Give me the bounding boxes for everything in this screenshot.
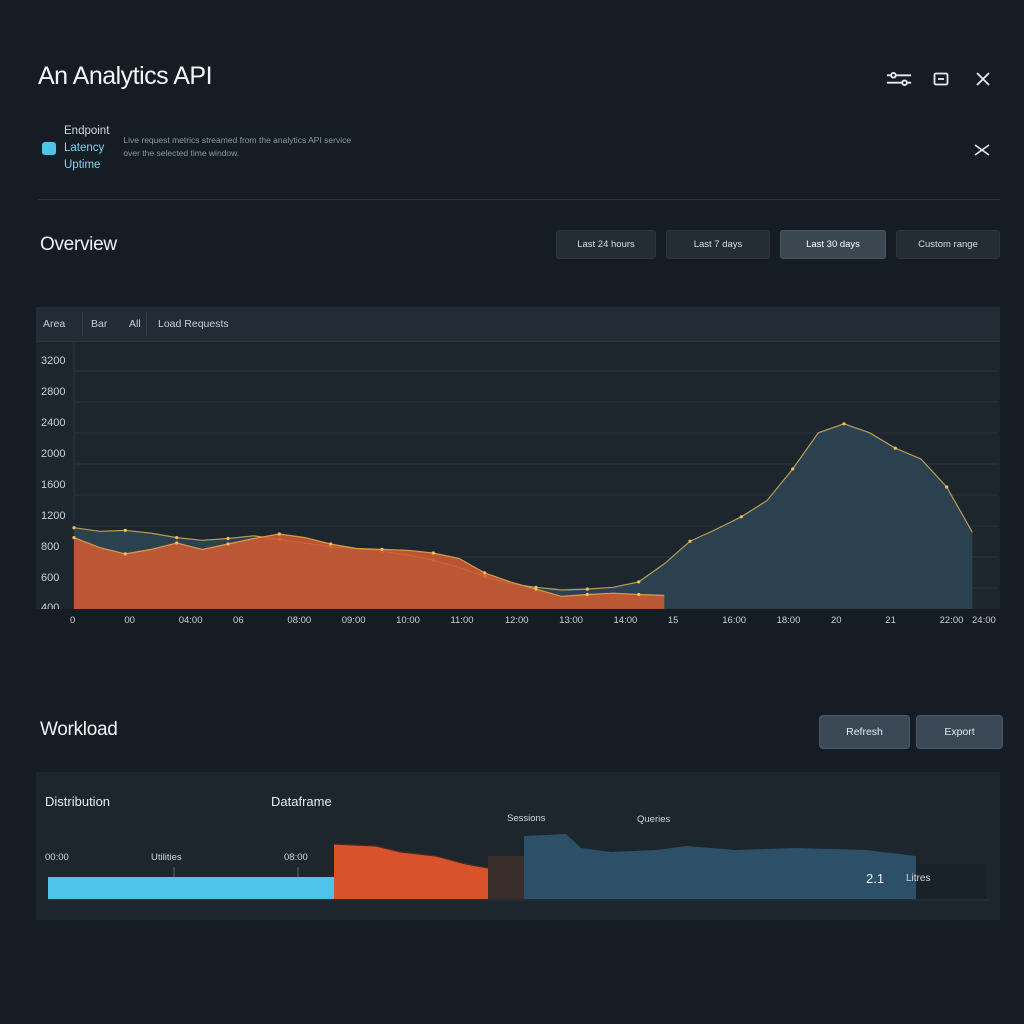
segment-transition (488, 856, 524, 899)
dataframe-heading: Dataframe (271, 794, 332, 809)
y-tick-label: 3200 (41, 355, 65, 367)
export-button[interactable]: Export (916, 715, 1003, 749)
data-point (123, 552, 127, 556)
x-tick-label: 12:00 (504, 615, 529, 626)
data-point (277, 532, 281, 536)
y-tick-label: 600 (41, 572, 59, 584)
divider (38, 199, 1000, 200)
x-tick-label: 11:00 (450, 615, 474, 626)
peak-label-sessions: Sessions (507, 813, 546, 824)
x-tick-label: 22:00 (939, 615, 964, 626)
toolbar-all[interactable]: All (129, 318, 141, 330)
data-point (585, 592, 589, 597)
workload-panel: Distribution Dataframe Sessions Queries … (36, 772, 1000, 920)
info-label-uptime: Uptime (64, 159, 101, 171)
y-tick-label: 400 (41, 602, 59, 609)
info-labels: Endpoint Latency Uptime (64, 124, 109, 173)
value-readout: 2.1 (866, 871, 885, 886)
toolbar-area[interactable]: Area (43, 318, 65, 330)
x-tick-label: 08:00 (287, 615, 312, 626)
x-tick-label: 24:00 (972, 615, 996, 626)
data-point (534, 587, 538, 591)
y-tick-label: 1600 (41, 479, 65, 491)
data-point (842, 422, 846, 426)
overview-title: Overview (40, 234, 117, 255)
data-point (431, 551, 435, 555)
info-label-endpoint: Endpoint (64, 125, 110, 137)
distribution-heading: Distribution (45, 794, 111, 809)
x-tick-label: 18:00 (776, 615, 801, 626)
data-point (585, 587, 589, 591)
info-description: Live request metrics streamed from the a… (123, 135, 352, 158)
segment-idle (48, 877, 334, 899)
x-tick-label: 0 (70, 615, 76, 626)
value-unit: Litres (906, 873, 931, 884)
data-point (123, 528, 127, 532)
app-title: An Analytics API (38, 62, 213, 90)
info-label-latency: Latency (64, 142, 105, 154)
x-tick-label: 20 (830, 615, 842, 626)
y-tick-label: 2000 (41, 448, 65, 460)
chart-panel: 3200 2800 2400 2000 1600 1200 800 600 400 Area B… (36, 307, 1000, 609)
x-tick-label: 14:00 (613, 615, 638, 626)
x-tick-label: 00 (124, 615, 135, 626)
toolbar-separator (82, 312, 83, 336)
range-tab-7d[interactable]: Last 7 days (666, 230, 770, 259)
toolbar-bar[interactable]: Bar (91, 318, 107, 330)
window-controls (886, 68, 996, 90)
toolbar-separator (146, 312, 147, 336)
area-chart: 3200 2800 2400 2000 1600 1200 800 600 400 (41, 341, 998, 609)
workload-title: Workload (40, 719, 118, 740)
x-tick-label: 16:00 (722, 615, 747, 626)
data-point (72, 526, 76, 530)
dismiss-icon (974, 144, 990, 156)
data-point (637, 592, 641, 597)
x-tick-label: 13:00 (559, 615, 583, 626)
refresh-button[interactable]: Refresh (819, 715, 910, 749)
tick-label-utilities: Utilities (151, 852, 182, 863)
y-tick-label: 2800 (41, 386, 65, 398)
chart-toolbar: Area Bar All Load Requests (36, 307, 1000, 342)
settings-icon[interactable] (886, 68, 912, 90)
data-point (483, 571, 487, 575)
data-point (739, 515, 743, 519)
x-tick-label: 21 (885, 615, 896, 626)
x-tick-label: 10:00 (396, 615, 420, 626)
data-point (226, 542, 230, 546)
x-tick-label: 09:00 (341, 615, 366, 626)
data-point (380, 547, 384, 551)
x-tick-label: 06 (233, 615, 244, 626)
minimize-icon[interactable] (928, 68, 954, 90)
close-icon[interactable] (970, 68, 996, 90)
x-tick-label: 04:00 (178, 615, 203, 626)
segment-steady (524, 834, 916, 899)
x-tick-label: 15 (667, 615, 679, 626)
range-tab-24h[interactable]: Last 24 hours (556, 230, 656, 259)
data-point (175, 536, 179, 540)
data-point (688, 539, 692, 543)
data-point (72, 536, 76, 540)
range-tab-custom[interactable]: Custom range (896, 230, 1000, 259)
y-tick-label: 1200 (41, 510, 65, 522)
segment-burst (334, 844, 488, 899)
workload-strip (48, 834, 990, 901)
data-point (945, 485, 949, 489)
data-point (226, 536, 230, 541)
y-tick-label: 800 (41, 541, 59, 553)
data-point (175, 541, 179, 545)
status-indicator (42, 142, 56, 155)
range-tab-30d[interactable]: Last 30 days (780, 230, 886, 259)
data-point (791, 467, 795, 471)
y-tick-label: 2400 (41, 417, 65, 429)
tick-label-start: 00:00 (45, 852, 69, 863)
tick-label-end: 08:00 (284, 852, 308, 863)
info-banner: Endpoint Latency Uptime Live request met… (42, 124, 363, 173)
dismiss-info-button[interactable] (972, 140, 992, 160)
data-point (637, 580, 641, 584)
data-point (893, 446, 897, 450)
peak-label-queries: Queries (637, 814, 671, 825)
range-tabs: Last 24 hours Last 7 days Last 30 days C… (556, 230, 1000, 259)
toolbar-load-requests[interactable]: Load Requests (158, 318, 229, 330)
data-point (329, 542, 333, 546)
